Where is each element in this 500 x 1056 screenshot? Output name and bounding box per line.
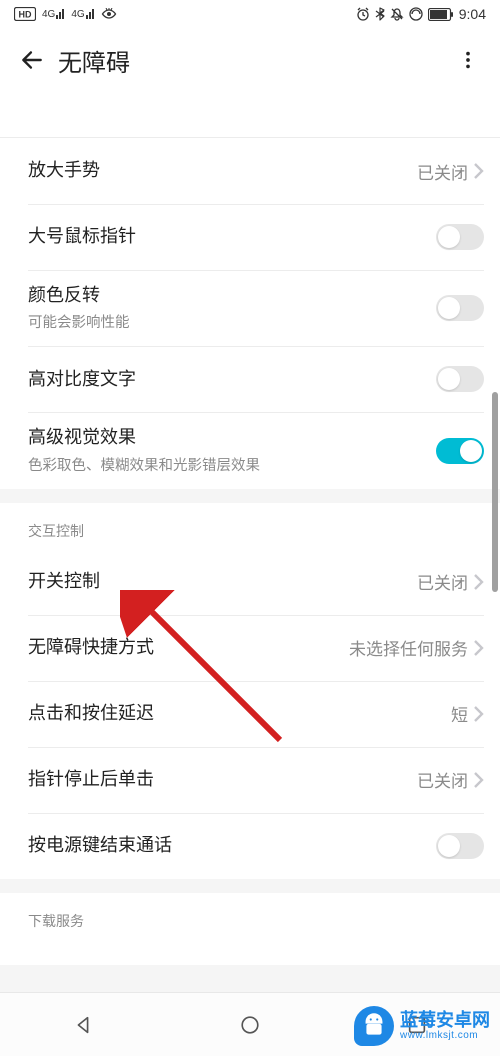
chevron-right-icon: [472, 639, 484, 657]
data-icon: [409, 7, 423, 21]
alarm-icon: [356, 7, 370, 21]
row-title: 颜色反转: [28, 284, 436, 307]
status-bar: HD 4G 4G 9:04: [0, 0, 500, 28]
row-advanced-visual[interactable]: 高级视觉效果 色彩取色、模糊效果和光影错层效果: [0, 412, 500, 488]
signal-2-icon: 4G: [71, 8, 96, 20]
section-interaction: 交互控制 开关控制 已关闭 无障碍快捷方式 未选择任何服务 点击和按住延迟 短 …: [0, 503, 500, 879]
settings-content: 放大手势 已关闭 大号鼠标指针 颜色反转 可能会影响性能 高对比度文字 高级视觉…: [0, 92, 500, 992]
section-visual: 放大手势 已关闭 大号鼠标指针 颜色反转 可能会影响性能 高对比度文字 高级视觉…: [0, 92, 500, 489]
eye-icon: [101, 8, 117, 20]
row-title: 放大手势: [28, 159, 417, 182]
toggle-advanced-visual[interactable]: [436, 438, 484, 464]
row-accessibility-shortcut[interactable]: 无障碍快捷方式 未选择任何服务: [0, 615, 500, 681]
toggle-color-invert[interactable]: [436, 295, 484, 321]
row-subtitle: 色彩取色、模糊效果和光影错层效果: [28, 454, 436, 475]
row-value: 短: [451, 701, 468, 726]
row-switch-control[interactable]: 开关控制 已关闭: [0, 549, 500, 615]
section-download: 下载服务: [0, 893, 500, 965]
row-value: 未选择任何服务: [349, 635, 468, 660]
status-time: 9:04: [459, 6, 486, 22]
chevron-right-icon: [472, 162, 484, 180]
chevron-right-icon: [472, 573, 484, 591]
back-button[interactable]: [12, 40, 52, 80]
row-large-pointer[interactable]: 大号鼠标指针: [0, 204, 500, 270]
section-header-interaction: 交互控制: [0, 503, 500, 549]
row-title: 大号鼠标指针: [28, 225, 436, 248]
row-title: 指针停止后单击: [28, 768, 417, 791]
row-subtitle: 可能会影响性能: [28, 311, 436, 332]
battery-icon: [428, 8, 454, 21]
svg-text:HD: HD: [19, 10, 32, 20]
app-bar: 无障碍: [0, 28, 500, 92]
chevron-right-icon: [472, 705, 484, 723]
triangle-back-icon: [72, 1014, 94, 1036]
mute-icon: [390, 7, 404, 21]
row-title: 高对比度文字: [28, 368, 436, 391]
toggle-large-pointer[interactable]: [436, 224, 484, 250]
nav-back[interactable]: [53, 993, 113, 1056]
row-title: 按电源键结束通话: [28, 834, 436, 857]
section-header-download: 下载服务: [0, 893, 500, 939]
more-vertical-icon: [457, 49, 479, 71]
page-title: 无障碍: [58, 43, 130, 78]
bluetooth-icon: [375, 7, 385, 21]
row-click-after-stop[interactable]: 指针停止后单击 已关闭: [0, 747, 500, 813]
toggle-high-contrast[interactable]: [436, 366, 484, 392]
row-title: 高级视觉效果: [28, 426, 436, 449]
more-button[interactable]: [448, 40, 488, 80]
square-recent-icon: [406, 1014, 428, 1036]
row-title: 开关控制: [28, 570, 417, 593]
row-magnify-gesture[interactable]: 放大手势 已关闭: [0, 138, 500, 204]
row-value: 已关闭: [417, 159, 468, 184]
row-title: 无障碍快捷方式: [28, 636, 349, 659]
row-value: 已关闭: [417, 569, 468, 594]
prev-row-peek: [0, 92, 500, 138]
back-arrow-icon: [19, 47, 45, 73]
toggle-power-end-call[interactable]: [436, 833, 484, 859]
row-color-invert[interactable]: 颜色反转 可能会影响性能: [0, 270, 500, 346]
row-touch-hold-delay[interactable]: 点击和按住延迟 短: [0, 681, 500, 747]
row-high-contrast-text[interactable]: 高对比度文字: [0, 346, 500, 412]
signal-1-icon: 4G: [42, 8, 67, 20]
circle-home-icon: [239, 1014, 261, 1036]
row-power-end-call[interactable]: 按电源键结束通话: [0, 813, 500, 879]
nav-recent[interactable]: [387, 993, 447, 1056]
row-title: 点击和按住延迟: [28, 702, 451, 725]
hd-icon: HD: [14, 7, 36, 21]
row-value: 已关闭: [417, 767, 468, 792]
chevron-right-icon: [472, 771, 484, 789]
nav-home[interactable]: [220, 993, 280, 1056]
system-nav-bar: [0, 992, 500, 1056]
